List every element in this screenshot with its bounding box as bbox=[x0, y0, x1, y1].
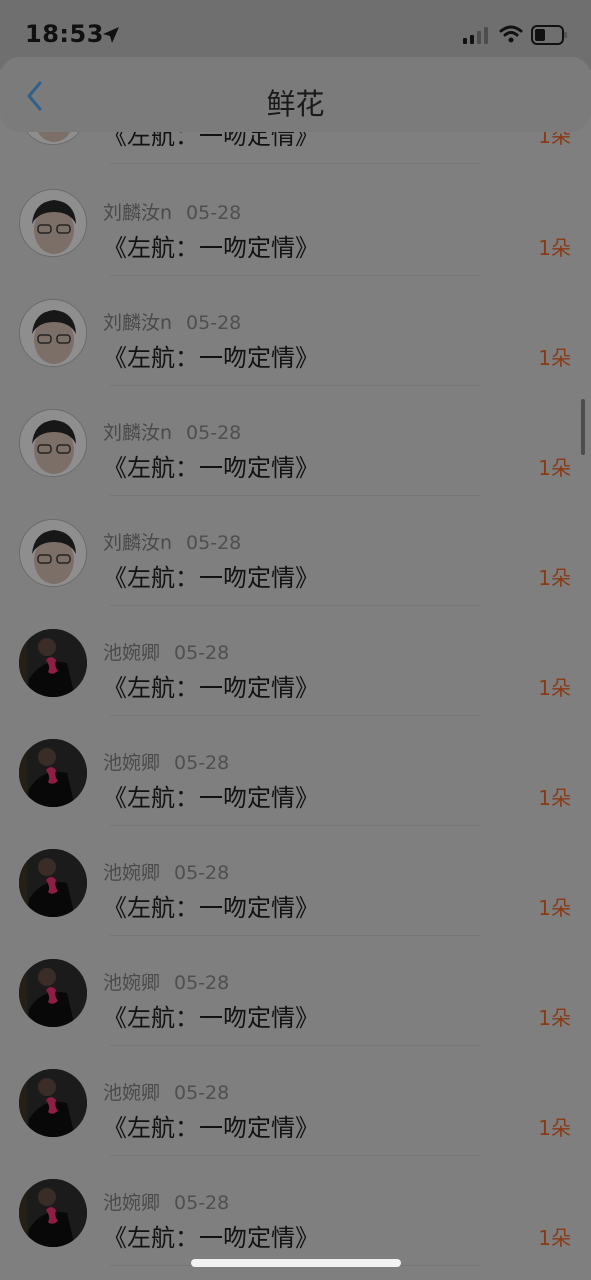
flower-count: 1朵 bbox=[538, 236, 571, 260]
meta-row: 池婉卿 05-28 bbox=[103, 1188, 229, 1215]
flower-count: 1朵 bbox=[538, 566, 571, 590]
boy-avatar-image bbox=[20, 520, 86, 586]
avatar[interactable] bbox=[19, 739, 87, 807]
list-item[interactable]: 刘麟汝n 05-28 《左航：一吻定情》 1朵 bbox=[0, 276, 591, 386]
girl-avatar-image bbox=[19, 959, 87, 1027]
avatar[interactable] bbox=[19, 849, 87, 917]
send-date: 05-28 bbox=[186, 202, 242, 224]
meta-row: 池婉卿 05-28 bbox=[103, 858, 229, 885]
flower-count: 1朵 bbox=[538, 456, 571, 480]
send-date: 05-28 bbox=[174, 1082, 230, 1104]
avatar[interactable] bbox=[19, 519, 87, 587]
avatar[interactable] bbox=[19, 299, 87, 367]
flower-count: 1朵 bbox=[538, 786, 571, 810]
send-date: 05-28 bbox=[174, 1192, 230, 1214]
list-item[interactable]: 池婉卿 05-28 《左航：一吻定情》 1朵 bbox=[0, 826, 591, 936]
send-date: 05-28 bbox=[174, 642, 230, 664]
gift-title: 《左航：一吻定情》 bbox=[103, 564, 319, 592]
meta-row: 刘麟汝n 05-28 bbox=[103, 418, 241, 445]
flower-count: 1朵 bbox=[538, 1226, 571, 1250]
list-item[interactable]: 池婉卿 05-28 《左航：一吻定情》 1朵 bbox=[0, 936, 591, 1046]
screen: 《左航：一吻定情》 1朵 刘麟汝n 05-28 《左航：一吻定情》 1朵 刘麟汝… bbox=[0, 0, 591, 1280]
avatar[interactable] bbox=[19, 1179, 87, 1247]
gift-title: 《左航：一吻定情》 bbox=[103, 674, 319, 702]
meta-row: 池婉卿 05-28 bbox=[103, 638, 229, 665]
gift-title: 《左航：一吻定情》 bbox=[103, 234, 319, 262]
girl-avatar-image bbox=[19, 629, 87, 697]
list-item[interactable]: 池婉卿 05-28 《左航：一吻定情》 1朵 bbox=[0, 1156, 591, 1266]
avatar[interactable] bbox=[19, 959, 87, 1027]
gift-title: 《左航：一吻定情》 bbox=[103, 454, 319, 482]
navigation-header: 鲜花 bbox=[0, 57, 591, 132]
gift-title: 《左航：一吻定情》 bbox=[103, 344, 319, 372]
boy-avatar-image bbox=[20, 410, 86, 476]
home-indicator[interactable] bbox=[191, 1259, 401, 1267]
girl-avatar-image bbox=[19, 739, 87, 807]
meta-row: 刘麟汝n 05-28 bbox=[103, 308, 241, 335]
gift-title: 《左航：一吻定情》 bbox=[103, 784, 319, 812]
boy-avatar-image bbox=[20, 300, 86, 366]
list-item[interactable]: 池婉卿 05-28 《左航：一吻定情》 1朵 bbox=[0, 606, 591, 716]
sender-name: 刘麟汝n bbox=[103, 202, 173, 224]
sender-name: 刘麟汝n bbox=[103, 532, 173, 554]
sender-name: 池婉卿 bbox=[103, 972, 161, 994]
sender-name: 刘麟汝n bbox=[103, 312, 173, 334]
list-item[interactable]: 刘麟汝n 05-28 《左航：一吻定情》 1朵 bbox=[0, 496, 591, 606]
avatar[interactable] bbox=[19, 409, 87, 477]
list-item[interactable]: 池婉卿 05-28 《左航：一吻定情》 1朵 bbox=[0, 716, 591, 826]
flower-count: 1朵 bbox=[538, 896, 571, 920]
meta-row: 刘麟汝n 05-28 bbox=[103, 198, 241, 225]
gift-title: 《左航：一吻定情》 bbox=[103, 1114, 319, 1142]
gift-title: 《左航：一吻定情》 bbox=[103, 894, 319, 922]
gift-title: 《左航：一吻定情》 bbox=[103, 1224, 319, 1252]
girl-avatar-image bbox=[19, 1069, 87, 1137]
boy-avatar-image bbox=[20, 190, 86, 256]
flower-count: 1朵 bbox=[538, 1006, 571, 1030]
girl-avatar-image bbox=[19, 1179, 87, 1247]
list-item[interactable]: 刘麟汝n 05-28 《左航：一吻定情》 1朵 bbox=[0, 386, 591, 496]
meta-row: 池婉卿 05-28 bbox=[103, 968, 229, 995]
send-date: 05-28 bbox=[174, 972, 230, 994]
sender-name: 池婉卿 bbox=[103, 862, 161, 884]
avatar[interactable] bbox=[19, 1069, 87, 1137]
avatar[interactable] bbox=[19, 189, 87, 257]
meta-row: 池婉卿 05-28 bbox=[103, 748, 229, 775]
meta-row: 刘麟汝n 05-28 bbox=[103, 528, 241, 555]
flower-count: 1朵 bbox=[538, 346, 571, 370]
flower-list[interactable]: 《左航：一吻定情》 1朵 刘麟汝n 05-28 《左航：一吻定情》 1朵 刘麟汝… bbox=[0, 0, 591, 1280]
send-date: 05-28 bbox=[174, 862, 230, 884]
girl-avatar-image bbox=[19, 849, 87, 917]
send-date: 05-28 bbox=[186, 532, 242, 554]
meta-row: 池婉卿 05-28 bbox=[103, 1078, 229, 1105]
sender-name: 刘麟汝n bbox=[103, 422, 173, 444]
page-title: 鲜花 bbox=[266, 87, 325, 121]
list-item[interactable]: 刘麟汝n 05-28 《左航：一吻定情》 1朵 bbox=[0, 166, 591, 276]
gift-title: 《左航：一吻定情》 bbox=[103, 1004, 319, 1032]
sender-name: 池婉卿 bbox=[103, 642, 161, 664]
sender-name: 池婉卿 bbox=[103, 752, 161, 774]
sender-name: 池婉卿 bbox=[103, 1192, 161, 1214]
send-date: 05-28 bbox=[174, 752, 230, 774]
flower-count: 1朵 bbox=[538, 1116, 571, 1140]
divider bbox=[110, 163, 481, 164]
send-date: 05-28 bbox=[186, 422, 242, 444]
avatar[interactable] bbox=[19, 629, 87, 697]
scroll-indicator[interactable] bbox=[581, 399, 585, 455]
flower-count: 1朵 bbox=[538, 676, 571, 700]
list-item[interactable]: 池婉卿 05-28 《左航：一吻定情》 1朵 bbox=[0, 1046, 591, 1156]
sender-name: 池婉卿 bbox=[103, 1082, 161, 1104]
send-date: 05-28 bbox=[186, 312, 242, 334]
